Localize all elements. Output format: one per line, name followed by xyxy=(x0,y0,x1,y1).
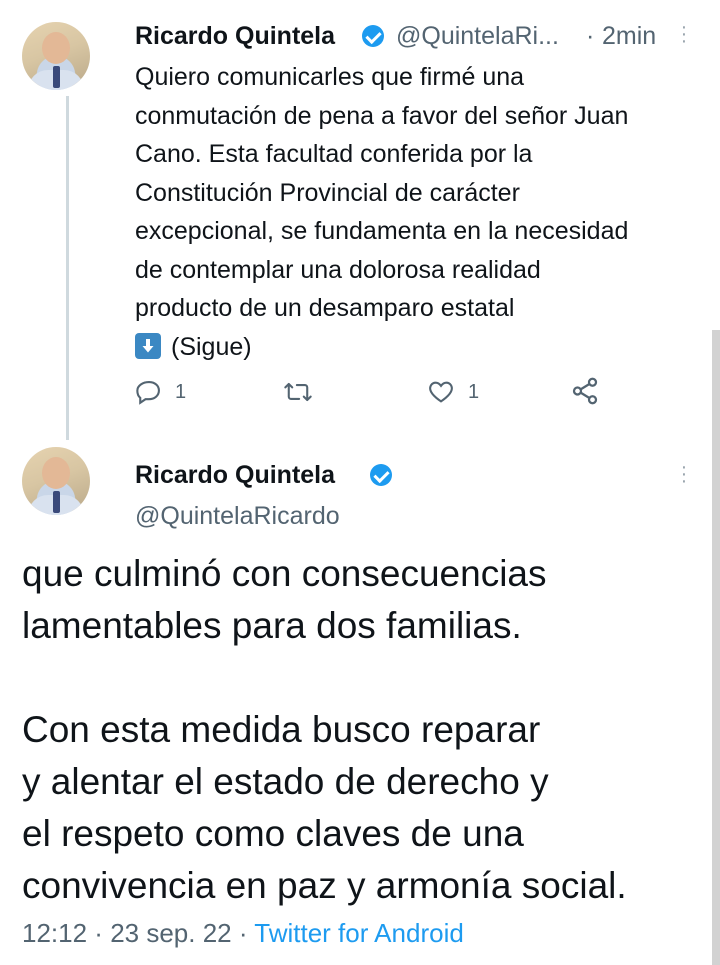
like-icon xyxy=(429,381,453,403)
author-handle[interactable]: @QuintelaRicardo xyxy=(135,502,340,531)
verified-badge-icon xyxy=(370,464,392,486)
tweet-source-link[interactable]: Twitter for Android xyxy=(254,918,464,948)
retweet-button[interactable] xyxy=(283,378,313,406)
more-options-icon[interactable]: · · · xyxy=(679,17,689,51)
tweet-metadata: 12:12 · 23 sep. 22 · Twitter for Android xyxy=(22,918,464,948)
retweet-icon xyxy=(284,382,312,402)
share-button[interactable] xyxy=(570,376,600,406)
like-count: 1 xyxy=(468,380,480,403)
scrollbar[interactable] xyxy=(712,330,720,965)
time-separator: · xyxy=(586,22,595,50)
reply-button[interactable]: 1 xyxy=(135,378,186,406)
like-button[interactable]: 1 xyxy=(426,378,479,406)
thread-line xyxy=(66,96,69,440)
verified-badge-icon xyxy=(362,25,384,47)
author-name[interactable]: Ricardo Quintela xyxy=(135,461,335,490)
author-handle[interactable]: @QuintelaRi... xyxy=(396,22,559,51)
avatar[interactable] xyxy=(22,447,90,515)
tweet-timestamp[interactable]: 12:12 xyxy=(22,918,87,948)
continue-label: (Sigue) xyxy=(171,332,252,361)
reply-icon xyxy=(136,381,160,405)
author-name[interactable]: Ricardo Quintela xyxy=(135,22,335,51)
more-options-icon[interactable]: · · · xyxy=(679,457,689,491)
reply-count: 1 xyxy=(175,380,187,403)
tweet-text: Quiero comunicarles que firmé una conmut… xyxy=(135,63,629,361)
avatar[interactable] xyxy=(22,22,90,90)
tweet-time[interactable]: 2min xyxy=(602,22,656,51)
tweet-text: que culminó con consecuencias lamentable… xyxy=(22,553,627,906)
down-arrow-emoji-icon xyxy=(135,332,161,359)
share-icon xyxy=(572,377,598,405)
tweet-date[interactable]: 23 sep. 22 xyxy=(110,918,231,948)
